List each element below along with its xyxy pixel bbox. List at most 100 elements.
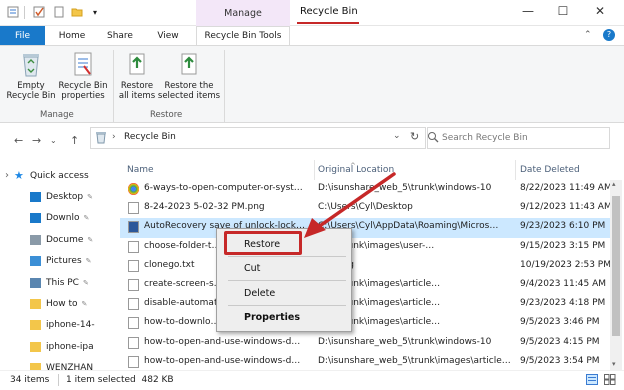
restore-selected-icon [176, 50, 202, 78]
file-date: 9/23/2023 4:18 PM [520, 298, 606, 309]
nav-item[interactable]: Docume ✎ [0, 229, 108, 250]
forward-button[interactable]: → [32, 134, 41, 147]
file-icon [128, 298, 139, 311]
pin-icon: ✎ [81, 299, 88, 308]
restore-selected-items-label: Restore the selected items [157, 81, 221, 101]
file-row[interactable]: how-to-downlo… …_5\trunk\images\article… 9… [120, 314, 610, 333]
column-header-name[interactable]: Name [127, 160, 154, 180]
recycle-bin-properties-button[interactable]: Recycle Bin properties [58, 50, 108, 101]
nav-item[interactable]: › ★ Quick access [0, 165, 108, 186]
file-date: 8/22/2023 11:49 AM [520, 183, 610, 193]
nav-item[interactable]: iphone-14- [0, 315, 108, 336]
help-icon[interactable]: ? [603, 29, 615, 41]
pin-icon: ✎ [87, 192, 93, 201]
nav-item[interactable]: How to ✎ [0, 293, 108, 314]
file-date: 9/5/2023 4:15 PM [520, 336, 600, 347]
customize-icon[interactable]: ▾ [88, 5, 102, 19]
file-date: 9/15/2023 3:15 PM [520, 240, 606, 251]
search-icon [427, 131, 439, 146]
group-label-manage: Manage [40, 110, 74, 120]
details-view-icon[interactable] [586, 374, 598, 388]
status-divider [58, 374, 59, 386]
up-button[interactable]: ↑ [70, 134, 79, 147]
nav-item[interactable]: Desktop ✎ [0, 186, 108, 207]
large-icons-view-icon[interactable] [604, 374, 616, 388]
nav-item-label: Downlo [46, 213, 80, 224]
nav-item-label: Docume [46, 234, 84, 245]
recycle-bin-icon [95, 131, 107, 147]
recent-locations-icon[interactable]: ⌄ [50, 136, 57, 145]
arrow-head [304, 218, 326, 238]
star-icon: ★ [14, 168, 24, 182]
restore-all-items-button[interactable]: Restore all items [116, 50, 158, 101]
file-icon [128, 240, 139, 253]
nav-item-label: iphone-ipa [46, 341, 94, 352]
tab-file[interactable]: File [0, 26, 45, 45]
expand-chevron-icon[interactable]: › [0, 170, 14, 181]
tab-recycle-bin-tools[interactable]: Recycle Bin Tools [196, 26, 290, 45]
file-icon [128, 336, 139, 349]
file-name: how-to-open-and-use-windows-d… [144, 336, 301, 347]
arrow-shaft [312, 172, 396, 232]
nav-item-label: Desktop [46, 191, 84, 202]
scroll-up-icon[interactable]: ▴ [612, 180, 616, 188]
file-date: 9/12/2023 11:43 AM [520, 202, 610, 213]
file-row[interactable]: clonego.txt…_5\log10/19/2023 2:53 PM [120, 257, 610, 276]
tab-home[interactable]: Home [52, 26, 92, 45]
context-menu-delete[interactable]: Delete [244, 288, 275, 299]
collapse-ribbon-icon[interactable]: ⌃ [584, 30, 592, 40]
text-file-icon [128, 259, 139, 272]
tab-view[interactable]: View [148, 26, 188, 45]
file-date: 9/5/2023 3:54 PM [520, 355, 600, 366]
file-row[interactable]: how-to-open-and-use-windows-d… D:\isunsha… [120, 334, 610, 353]
maximize-button[interactable]: ☐ [553, 4, 573, 18]
tab-manage[interactable]: Manage [196, 0, 290, 27]
refresh-icon[interactable]: ↻ [410, 130, 419, 143]
file-name: how-to-open-and-use-windows-d… [144, 355, 301, 366]
chevron-down-icon[interactable]: ⌄ [393, 131, 401, 141]
empty-recycle-bin-button[interactable]: Empty Recycle Bin [6, 50, 56, 101]
download-icon [30, 213, 41, 224]
breadcrumb[interactable]: Recycle Bin [124, 132, 176, 142]
back-button[interactable]: ← [14, 134, 23, 147]
menu-separator [228, 280, 346, 281]
recycle-bin-icon [18, 50, 44, 78]
qa-divider [24, 6, 25, 19]
blank-page-icon[interactable] [52, 5, 66, 19]
restore-all-items-label: Restore all items [118, 81, 156, 101]
folder-icon[interactable] [70, 5, 84, 19]
context-menu-cut[interactable]: Cut [244, 263, 260, 274]
chrome-icon [128, 183, 139, 195]
item-count: 34 items [10, 375, 50, 385]
this-pc-icon [30, 277, 41, 288]
search-placeholder: Search Recycle Bin [442, 133, 528, 143]
column-divider [515, 160, 516, 180]
scrollbar-thumb[interactable] [612, 196, 620, 336]
group-separator [113, 50, 114, 122]
nav-item[interactable]: iphone-ipa [0, 336, 108, 357]
menu-separator [228, 305, 346, 306]
file-icon [128, 279, 139, 291]
properties-icon[interactable] [6, 5, 20, 19]
restore-selected-items-button[interactable]: Restore the selected items [158, 50, 220, 101]
minimize-button[interactable]: — [518, 4, 538, 18]
file-row[interactable]: disable-automat… …_5\trunk\images\article… [120, 295, 610, 314]
nav-item-label: How to [46, 298, 78, 309]
tab-share[interactable]: Share [100, 26, 140, 45]
nav-item[interactable]: Pictures ✎ [0, 251, 108, 272]
scroll-down-icon[interactable]: ▾ [612, 360, 616, 368]
pictures-icon [30, 256, 41, 267]
checkmark-icon[interactable] [32, 5, 46, 19]
pin-icon: ✎ [87, 235, 94, 244]
column-header-date-deleted[interactable]: Date Deleted [520, 160, 580, 180]
file-row[interactable]: create-screen-s… …_5\trunk\images\article… [120, 276, 610, 295]
ribbon-tab-row [0, 26, 624, 45]
close-button[interactable]: ✕ [590, 4, 610, 18]
file-date: 9/4/2023 11:45 AM [520, 279, 607, 289]
nav-item[interactable]: Downlo ✎ [0, 208, 108, 229]
context-menu-properties[interactable]: Properties [244, 312, 300, 323]
nav-item[interactable]: This PC ✎ [0, 272, 108, 293]
nav-item-label: iphone-14- [46, 320, 95, 331]
group-label-restore: Restore [150, 110, 183, 120]
selection-info: 1 item selected 482 KB [66, 375, 174, 385]
